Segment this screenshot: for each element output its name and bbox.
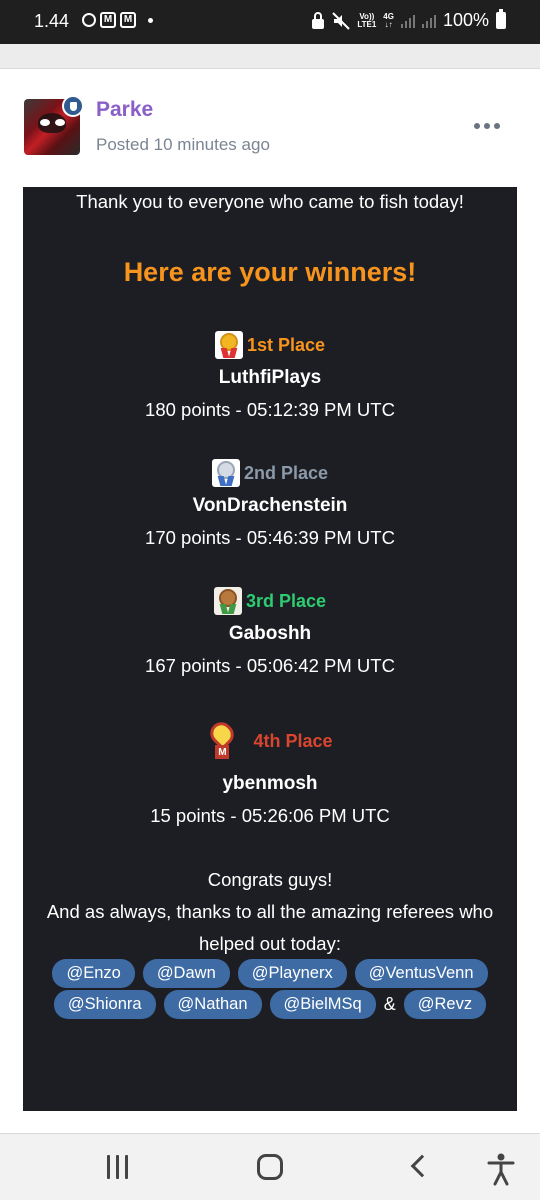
status-notification-icons: M M [82, 12, 153, 28]
network-type-indicator: 4G ↓↑ [383, 11, 394, 29]
mention-enzo[interactable]: @Enzo [52, 959, 135, 988]
mute-icon [332, 11, 351, 30]
more-notifications-dot-icon [148, 17, 153, 23]
signal-strength-icon [400, 14, 415, 28]
gold-medal-icon [214, 331, 243, 359]
winners-headline: Here are your winners! [123, 257, 417, 287]
third-place-row: 3rd Place [23, 587, 517, 615]
mention-revz[interactable]: @Revz [403, 990, 487, 1019]
place-label: 3rd Place [245, 590, 327, 611]
congrats-text: Congrats guys! [207, 869, 333, 890]
second-place-row: 2nd Place [23, 459, 517, 487]
bronze-medal-icon [213, 587, 242, 615]
m-app-notification-icon: M [100, 12, 116, 28]
winner-name: Gaboshh [228, 623, 312, 644]
thanks-text: And as always, thanks to all the amazing… [46, 901, 494, 922]
mention-ventusvenn[interactable]: @VentusVenn [354, 959, 488, 988]
home-icon[interactable] [250, 1152, 290, 1182]
battery-icon [496, 9, 506, 29]
recents-icon[interactable] [98, 1152, 138, 1182]
winner-score: 15 points - 05:26:06 PM UTC [150, 805, 390, 826]
lock-icon [312, 11, 325, 29]
place-label: 2nd Place [243, 462, 329, 483]
place-label: 4th Place [253, 730, 333, 751]
post-content: Thank you to everyone who came to fish t… [23, 187, 517, 1111]
m-app-notification-icon: M [120, 12, 136, 28]
author-name[interactable]: Parke [96, 98, 153, 122]
status-system-icons: Vo)) LTE1 4G ↓↑ 100% [311, 9, 506, 31]
navigation-bar [0, 1134, 540, 1200]
winner-name: LuthfiPlays [218, 367, 322, 388]
place-label: 1st Place [246, 334, 326, 355]
back-icon[interactable] [398, 1152, 438, 1182]
status-time: 1.44 [34, 11, 70, 31]
mention-shionra[interactable]: @Shionra [53, 990, 156, 1019]
mention-playnerx[interactable]: @Playnerx [237, 959, 347, 988]
mentions-row-2: @Shionra @Nathan @BielMSq & @Revz [23, 990, 517, 1019]
post-card: Parke Posted 10 minutes ago Thank you to… [0, 68, 540, 1134]
post-timestamp[interactable]: Posted 10 minutes ago [96, 135, 270, 155]
mention-bielmsq[interactable]: @BielMSq [269, 990, 376, 1019]
circle-notification-icon [82, 13, 96, 27]
more-options-icon[interactable] [474, 123, 500, 129]
winner-score: 180 points - 05:12:39 PM UTC [145, 399, 395, 420]
thanks-text-cont: helped out today: [199, 933, 341, 954]
first-place-row: 1st Place [23, 331, 517, 359]
winner-score: 170 points - 05:46:39 PM UTC [145, 527, 395, 548]
author-avatar-container[interactable] [24, 95, 84, 155]
heart-medal-icon: M [206, 717, 239, 761]
shield-badge-icon [62, 95, 84, 117]
battery-percent: 100% [442, 10, 489, 30]
volte-indicator: Vo)) LTE1 [357, 11, 377, 29]
intro-text: Thank you to everyone who came to fish t… [76, 191, 464, 212]
silver-medal-icon [211, 459, 240, 487]
winner-score: 167 points - 05:06:42 PM UTC [145, 655, 395, 676]
winner-name: ybenmosh [222, 773, 318, 794]
ampersand: & [383, 994, 396, 1014]
winner-name: VonDrachenstein [192, 495, 348, 516]
signal-strength-2-icon [421, 14, 436, 28]
mention-dawn[interactable]: @Dawn [142, 959, 230, 988]
accessibility-icon[interactable] [486, 1152, 526, 1186]
fourth-place-row: M 4th Place [23, 717, 517, 761]
mention-nathan[interactable]: @Nathan [163, 990, 262, 1019]
mentions-row-1: @Enzo @Dawn @Playnerx @VentusVenn [23, 959, 517, 988]
status-bar: 1.44 M M Vo)) LTE1 4G ↓↑ 100% [0, 0, 540, 44]
